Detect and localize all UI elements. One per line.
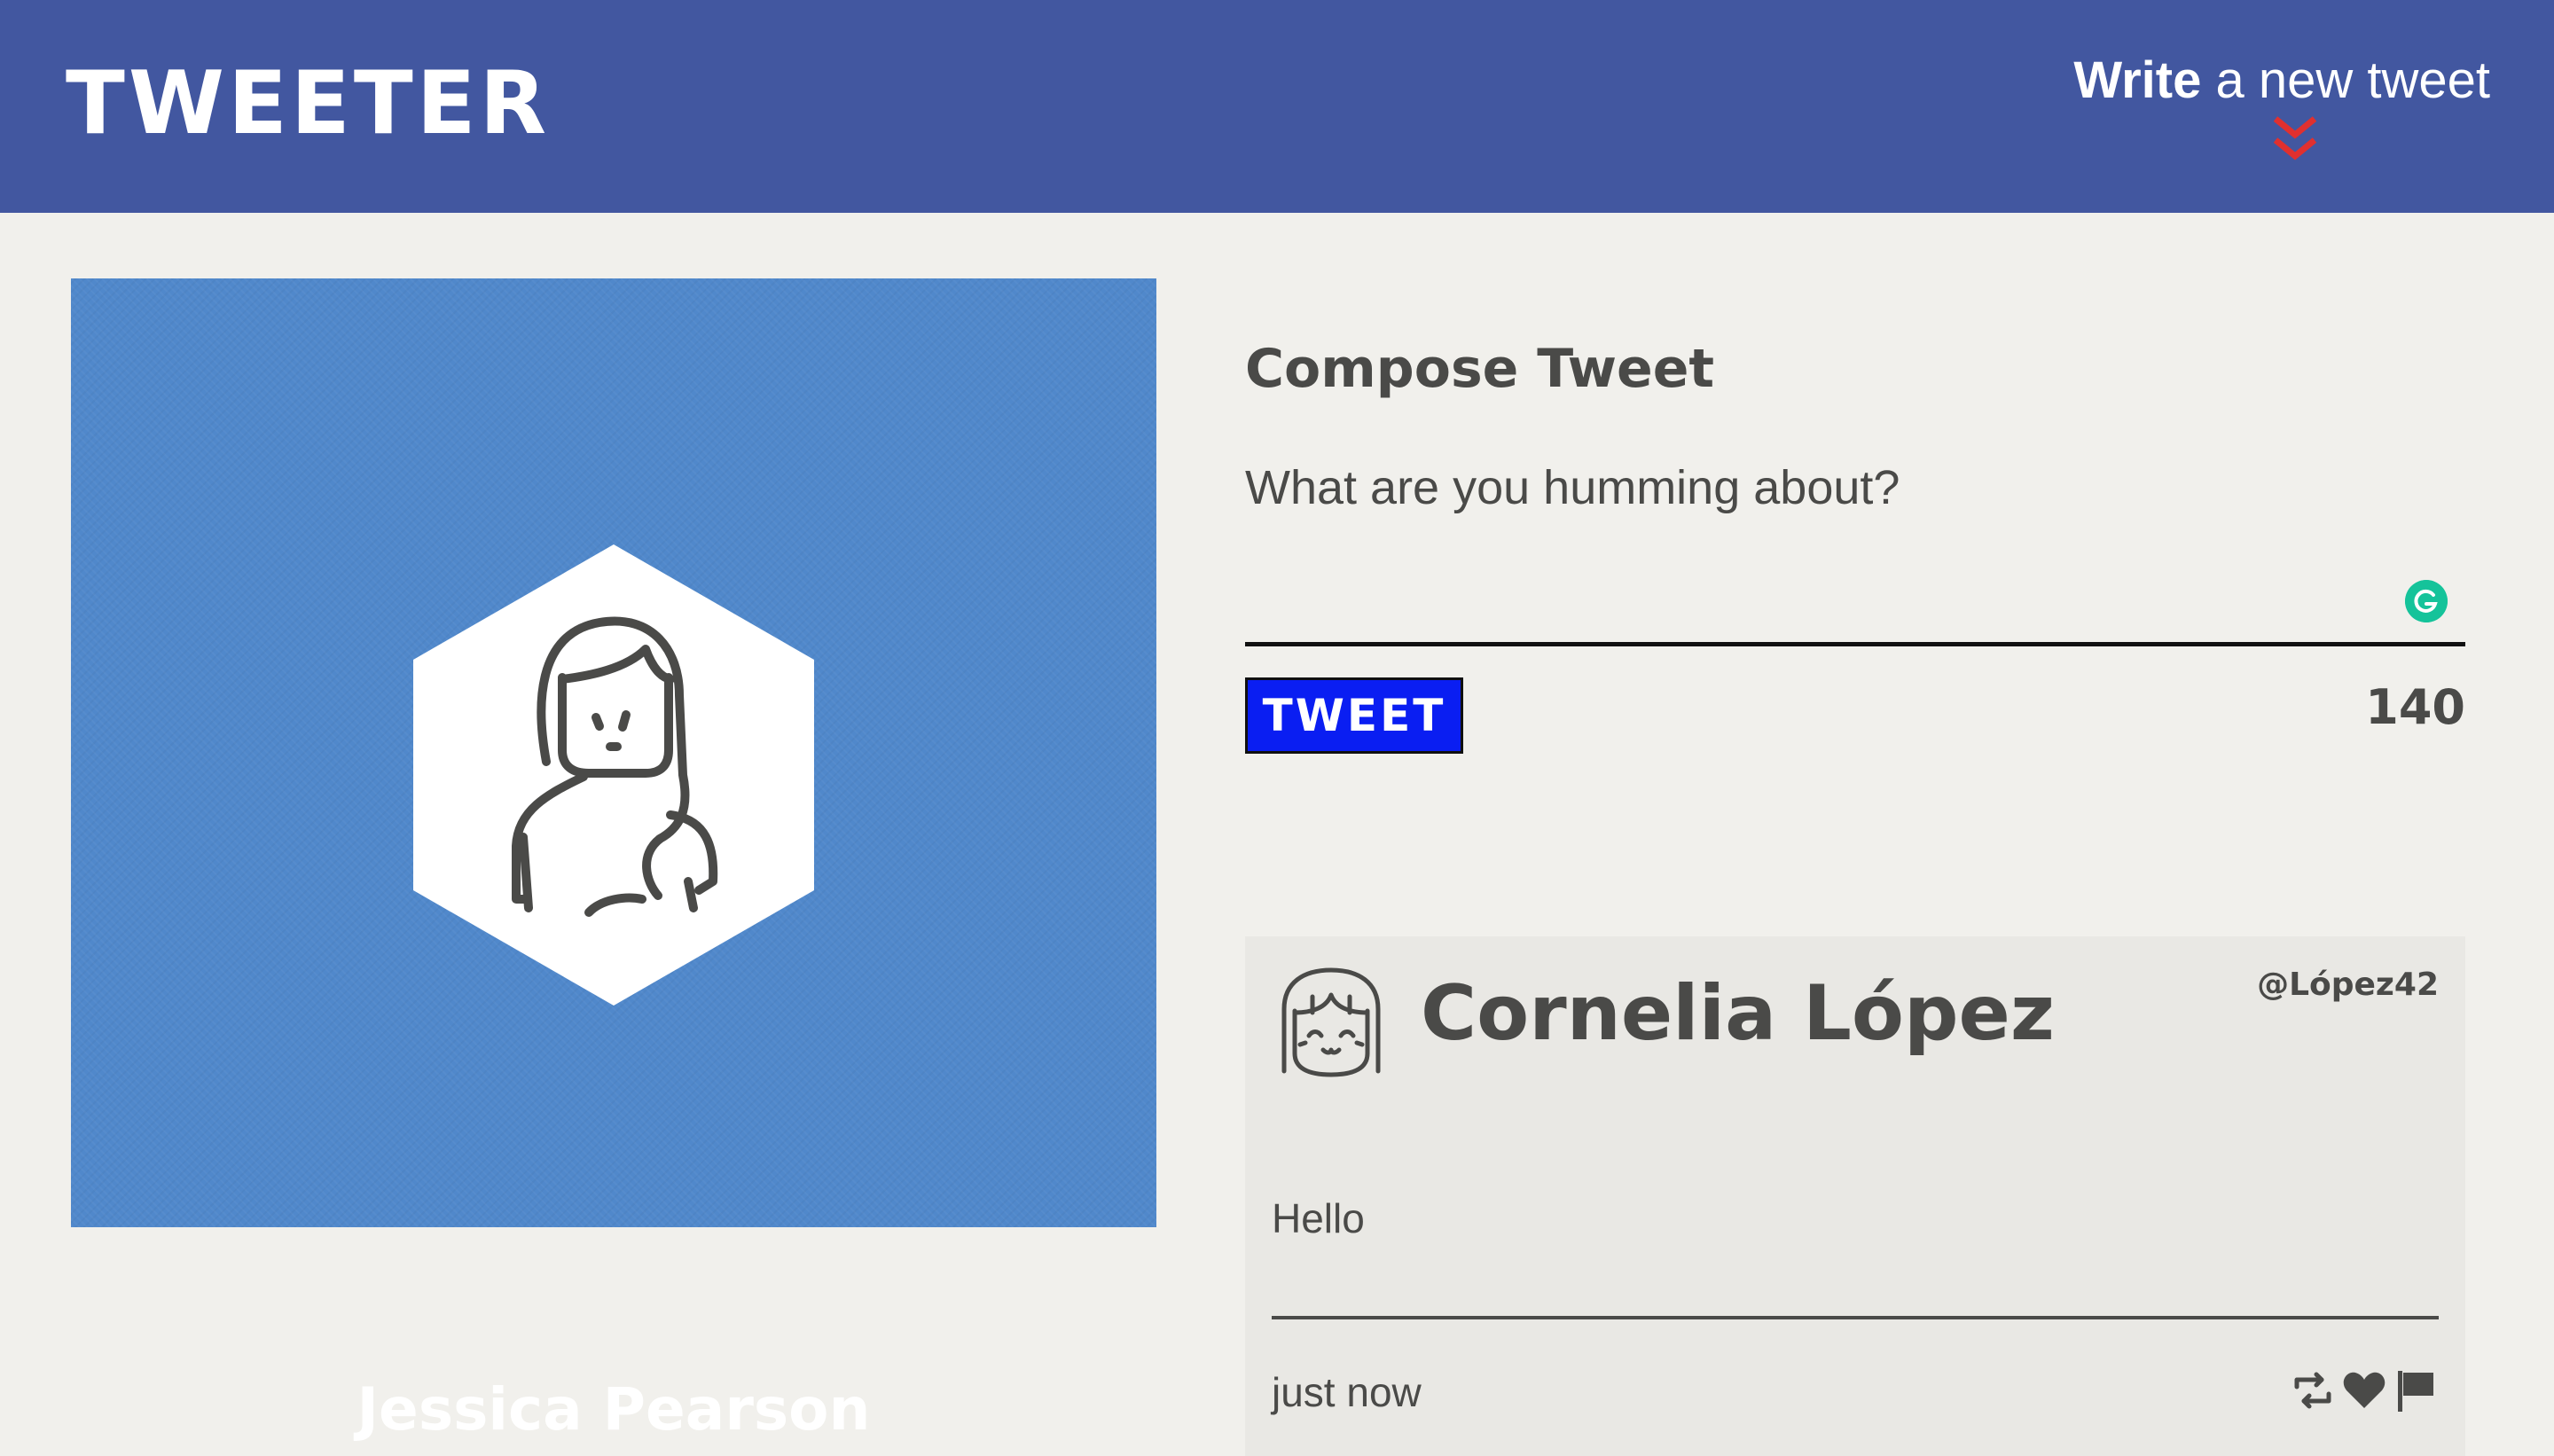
tweet-author-name[interactable]: Cornelia López — [1421, 965, 2055, 1062]
write-link-rest: a new tweet — [2201, 51, 2490, 109]
tweet-text: Hello — [1272, 1195, 1365, 1241]
tweet-input[interactable] — [1245, 452, 2465, 646]
smiling-girl-avatar-icon — [1281, 967, 1381, 1077]
tweet-card: Cornelia López @López42 Hello just now — [1245, 936, 2465, 1456]
app-logo[interactable]: TWEETER — [66, 55, 550, 153]
grammarly-icon[interactable] — [2405, 580, 2448, 622]
tweet-author-handle[interactable]: @López42 — [2257, 963, 2439, 1007]
double-chevron-down-icon[interactable] — [2270, 114, 2320, 165]
tweet-divider — [1272, 1316, 2439, 1319]
tweet-timestamp: just now — [1272, 1369, 1422, 1415]
top-nav-bar: TWEETER Write a new tweet — [0, 0, 2554, 213]
profile-name: Jessica Pearson — [356, 1375, 871, 1444]
woman-avatar-icon — [413, 544, 814, 1006]
flag-icon[interactable] — [2393, 1367, 2439, 1413]
retweet-icon[interactable] — [2290, 1367, 2336, 1413]
profile-card: Jessica Pearson — [71, 278, 1156, 1444]
tweet-actions — [2290, 1367, 2439, 1413]
tweet-button[interactable]: TWEET — [1245, 677, 1463, 754]
write-new-tweet-link[interactable]: Write a new tweet — [2073, 50, 2490, 112]
heart-icon[interactable] — [2341, 1367, 2387, 1413]
write-link-bold: Write — [2073, 51, 2202, 109]
character-counter: 140 — [2365, 679, 2465, 735]
compose-title: Compose Tweet — [1245, 338, 1715, 400]
